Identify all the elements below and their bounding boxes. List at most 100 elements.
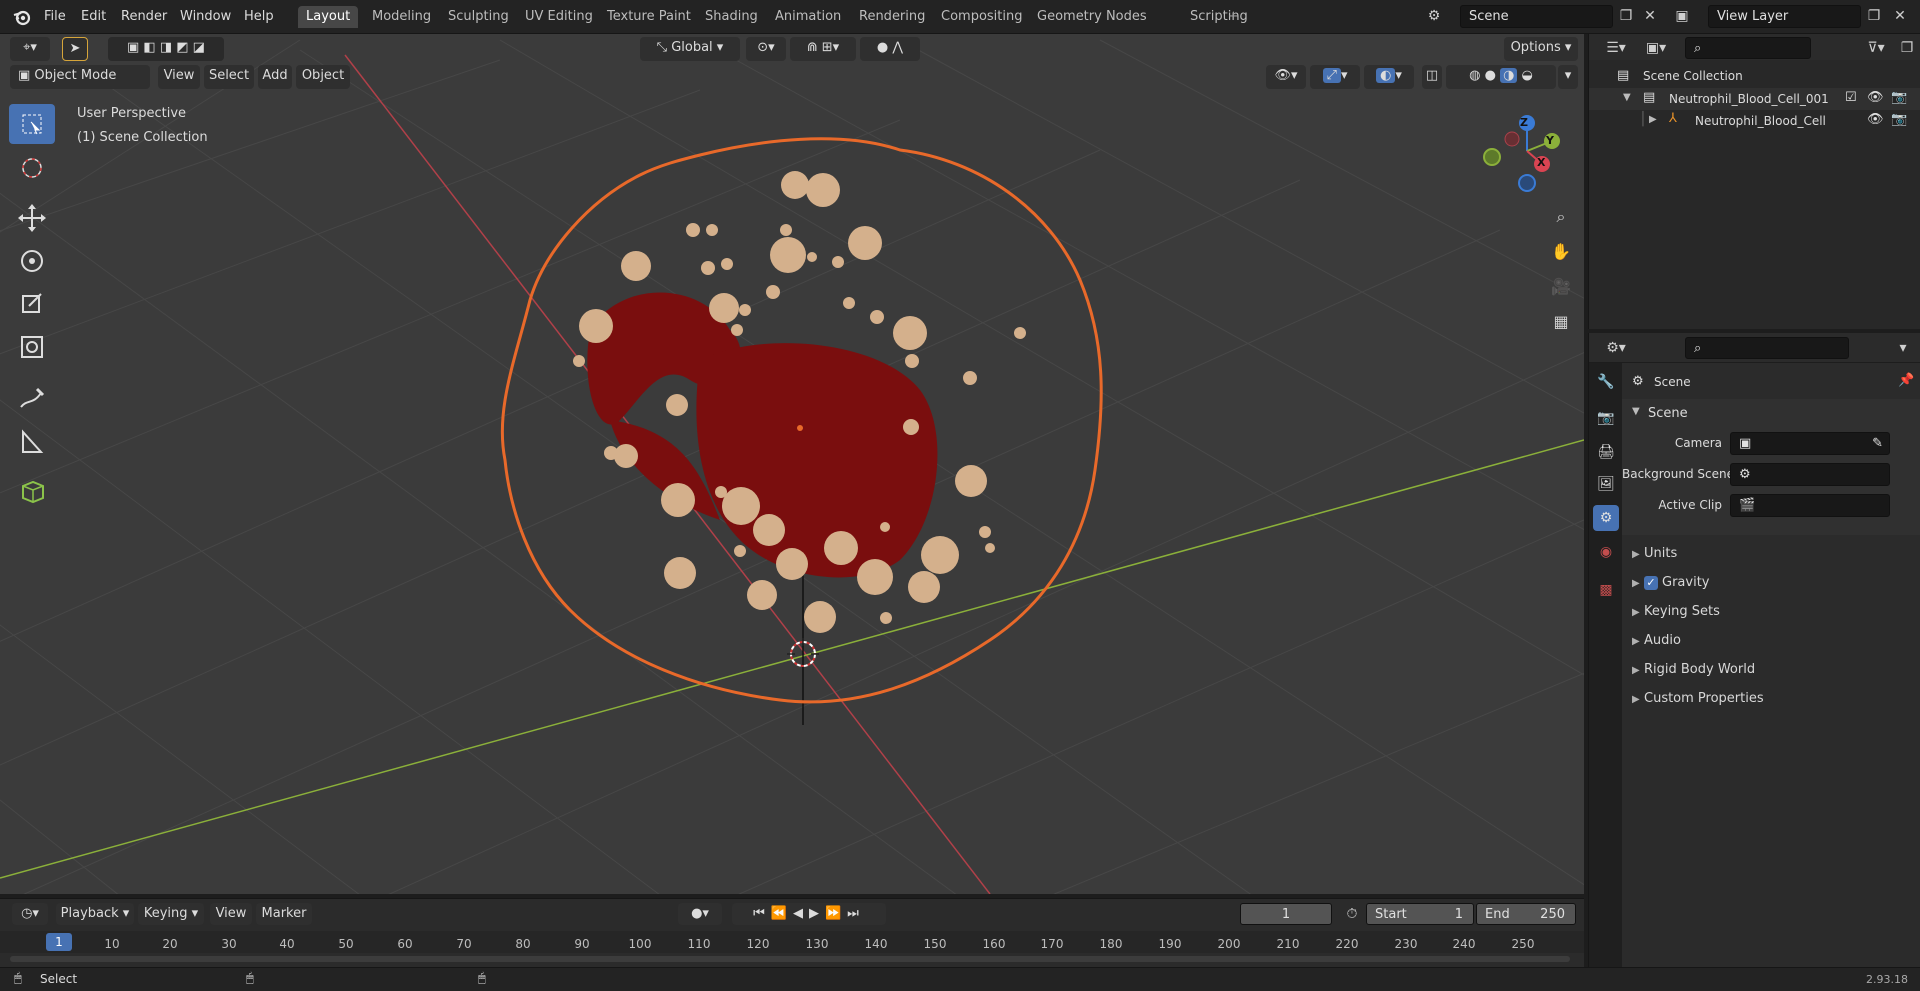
expand-right-icon[interactable]: ▶ — [1649, 114, 1657, 125]
display-mode-icon[interactable]: ▣▾ — [1639, 38, 1673, 58]
delete-view-layer-icon[interactable]: ✕ — [1890, 6, 1910, 26]
scene-name-field[interactable]: Scene — [1460, 5, 1613, 28]
start-frame-field[interactable]: Start 1 — [1366, 903, 1474, 925]
add-cube-tool[interactable] — [9, 470, 55, 510]
audio-panel[interactable]: ▶ Audio — [1632, 628, 1681, 654]
cursor-tool[interactable] — [9, 148, 55, 188]
view-layer-icon[interactable]: ▣ — [1672, 6, 1692, 26]
current-frame-field[interactable]: 1 — [1240, 903, 1332, 925]
blender-logo-icon[interactable] — [12, 7, 32, 27]
gizmo-toggle-icon[interactable]: ⤢ ▾ — [1310, 65, 1360, 89]
move-tool[interactable] — [9, 198, 55, 238]
menu-marker[interactable]: Marker — [256, 903, 312, 925]
rotate-tool[interactable] — [9, 241, 55, 281]
playback-controls[interactable]: ⏮⏪◀▶⏩⏭ — [732, 903, 886, 925]
new-scene-icon[interactable]: ❐ — [1616, 6, 1636, 26]
delete-scene-icon[interactable]: ✕ — [1640, 6, 1660, 26]
world-tab-icon[interactable]: ◉ — [1593, 539, 1619, 565]
tab-compositing[interactable]: Compositing — [933, 6, 1031, 28]
measure-tool[interactable] — [9, 422, 55, 462]
object-mode-dropdown[interactable]: ▣ Object Mode — [10, 65, 150, 89]
outliner-search-input[interactable]: ⌕ — [1685, 37, 1811, 59]
camera-view-icon[interactable]: 🎥 — [1548, 274, 1574, 300]
menu-window[interactable]: Window — [177, 7, 234, 27]
transform-orientation-dropdown[interactable]: ⤡ Global ▾ — [640, 37, 740, 61]
editor-type-icon[interactable]: ⌖▾ — [10, 37, 50, 61]
tab-sculpting[interactable]: Sculpting — [440, 6, 517, 28]
3d-viewport[interactable]: User Perspective (1) Scene Collection Z … — [0, 34, 1584, 894]
menu-playback[interactable]: Playback ▾ — [56, 903, 134, 925]
new-collection-icon[interactable]: ❐ — [1897, 38, 1917, 58]
new-view-layer-icon[interactable]: ❐ — [1864, 6, 1884, 26]
outliner-row-item[interactable]: ▼ ▤ Neutrophil_Blood_Cell_001 ☑ 👁 📷 — [1589, 88, 1920, 110]
outliner-row-item[interactable]: │ ▶ ⅄ Neutrophil_Blood_Cell 👁 📷 — [1589, 110, 1920, 132]
record-icon[interactable]: ●▾ — [678, 903, 722, 925]
keying-sets-panel[interactable]: ▶ Keying Sets — [1632, 599, 1720, 625]
overlay-toggle-icon[interactable]: ◐ ▾ — [1364, 65, 1414, 89]
pan-hand-icon[interactable]: ✋ — [1548, 239, 1574, 265]
background-scene-field[interactable]: ⚙ — [1730, 463, 1890, 486]
tab-geometry-nodes[interactable]: Geometry Nodes — [1029, 6, 1155, 28]
scene-panel-header[interactable]: ▼ Scene — [1622, 399, 1920, 427]
properties-options-icon[interactable]: ▾ — [1893, 338, 1913, 358]
menu-add[interactable]: Add — [258, 65, 292, 89]
ortho-grid-icon[interactable]: ▦ — [1548, 309, 1574, 335]
proportional-edit-icon[interactable]: ● ⋀ — [860, 37, 920, 61]
outliner-editor-icon[interactable]: ☰▾ — [1599, 38, 1633, 58]
zoom-icon[interactable]: ⌕ — [1548, 204, 1574, 230]
custom-properties-panel[interactable]: ▶ Custom Properties — [1632, 686, 1764, 712]
eyedropper-icon[interactable]: ✎ — [1872, 433, 1883, 455]
tab-rendering[interactable]: Rendering — [851, 6, 933, 28]
stopwatch-icon[interactable]: ⏱ — [1342, 904, 1362, 924]
select-tool-icon[interactable]: ➤ — [62, 37, 88, 61]
options-dropdown[interactable]: Options ▾ — [1504, 37, 1578, 61]
eye-icon[interactable]: 👁 — [1867, 112, 1884, 127]
menu-timeline-view[interactable]: View — [210, 903, 252, 925]
eye-icon[interactable]: 👁 — [1867, 90, 1884, 105]
rigid-body-world-panel[interactable]: ▶ Rigid Body World — [1632, 657, 1755, 683]
menu-view[interactable]: View — [158, 65, 200, 89]
filter-icon[interactable]: ⊽▾ — [1859, 38, 1893, 58]
expand-down-icon[interactable]: ▼ — [1623, 92, 1631, 103]
select-mode-buttons[interactable]: ▣ ◧ ◨ ◩ ◪ — [108, 37, 224, 61]
annotate-tool[interactable] — [9, 379, 55, 419]
add-workspace-icon[interactable]: + — [1220, 6, 1247, 28]
camera-icon[interactable]: 📷 — [1891, 112, 1907, 127]
end-frame-field[interactable]: End 250 — [1476, 903, 1576, 925]
scene-tab-icon[interactable]: ⚙ — [1593, 505, 1619, 531]
gravity-panel[interactable]: ▶ ✓ Gravity — [1632, 570, 1709, 596]
menu-help[interactable]: Help — [241, 7, 277, 27]
playhead[interactable]: 1 — [46, 933, 72, 951]
units-panel[interactable]: ▶ Units — [1632, 541, 1677, 567]
shading-options-icon[interactable]: ▾ — [1558, 65, 1578, 89]
tool-tab-icon[interactable]: 🔧 — [1593, 369, 1619, 395]
camera-field[interactable]: ▣ ✎ — [1730, 432, 1890, 455]
active-clip-field[interactable]: 🎬 — [1730, 494, 1890, 517]
transform-tool[interactable] — [9, 327, 55, 367]
output-tab-icon[interactable]: 🖨 — [1593, 439, 1619, 465]
checkbox-icon[interactable]: ☑ — [1845, 90, 1857, 105]
pivot-point-icon[interactable]: ⊙▾ — [746, 37, 786, 61]
timeline-scrollbar[interactable] — [10, 956, 1570, 962]
view-layer-field[interactable]: View Layer — [1708, 5, 1861, 28]
camera-icon[interactable]: 📷 — [1891, 90, 1907, 105]
tab-animation[interactable]: Animation — [767, 6, 849, 28]
properties-editor-icon[interactable]: ⚙▾ — [1599, 338, 1633, 358]
gravity-checkbox[interactable]: ✓ — [1644, 576, 1658, 590]
xray-icon[interactable]: ◫ — [1422, 65, 1442, 89]
visibility-icon[interactable]: 👁▾ — [1266, 65, 1306, 89]
menu-edit[interactable]: Edit — [78, 7, 109, 27]
texture-tab-icon[interactable]: ▩ — [1593, 577, 1619, 603]
scale-tool[interactable] — [9, 284, 55, 324]
menu-file[interactable]: File — [41, 7, 69, 27]
outliner-row-root[interactable]: ▤ Scene Collection — [1589, 66, 1920, 88]
properties-search-input[interactable]: ⌕ — [1685, 337, 1849, 359]
scene-selector-icon[interactable]: ⚙ — [1424, 6, 1444, 26]
snap-icon[interactable]: ⋒ ⊞▾ — [790, 37, 856, 61]
shading-mode-buttons[interactable]: ◍ ● ◑ ◒ — [1446, 65, 1556, 89]
pin-icon[interactable]: 📌 — [1898, 373, 1914, 388]
menu-select[interactable]: Select — [204, 65, 254, 89]
tab-texture-paint[interactable]: Texture Paint — [599, 6, 699, 28]
view-layer-tab-icon[interactable]: 🖼 — [1593, 471, 1619, 497]
tab-layout[interactable]: Layout — [298, 6, 359, 28]
